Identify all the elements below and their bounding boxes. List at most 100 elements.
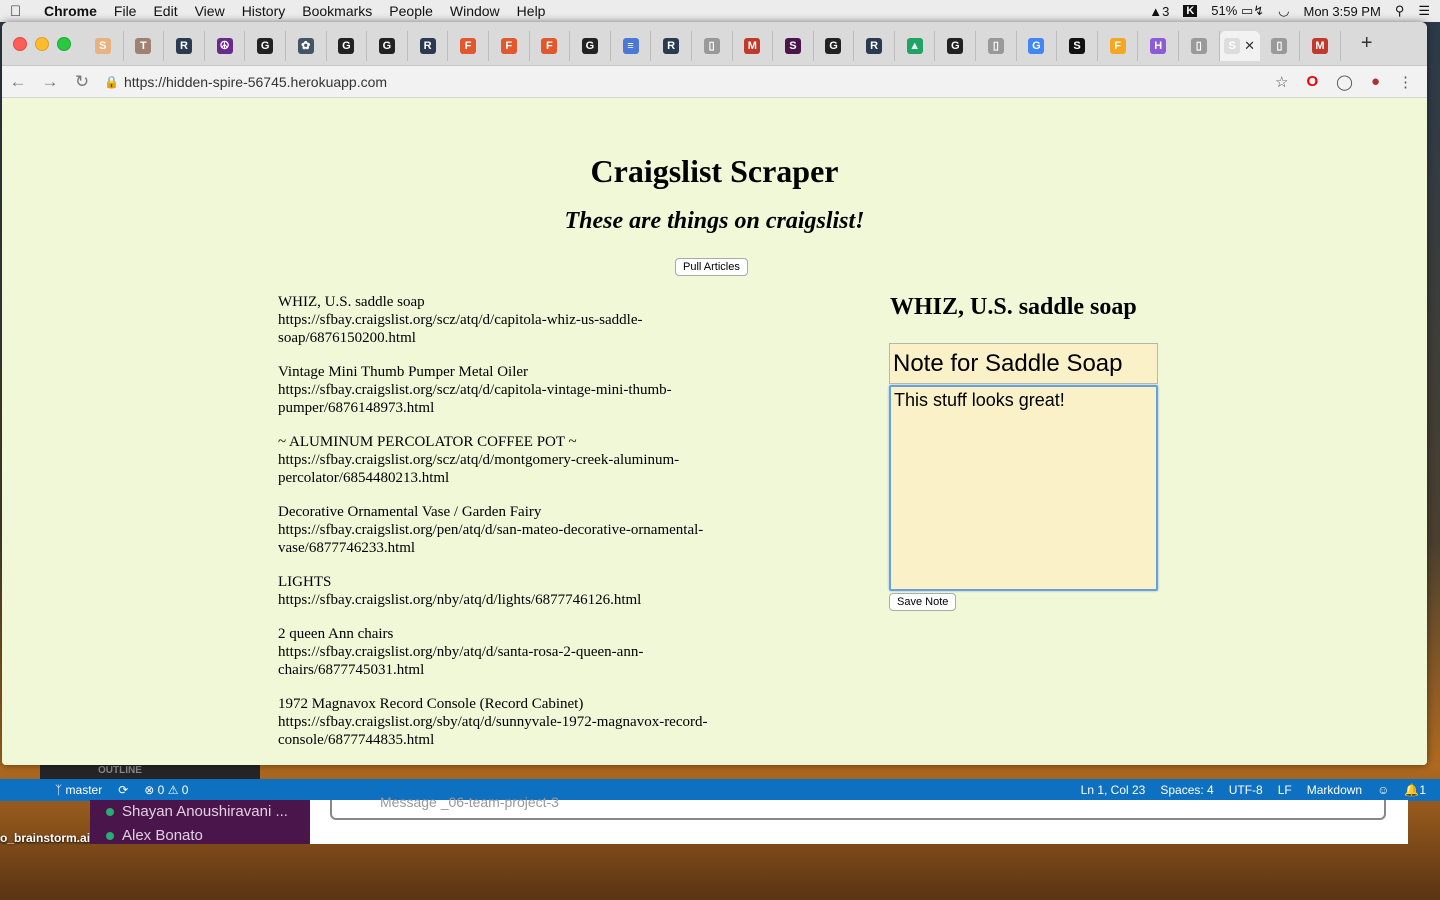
tab[interactable]: G (570, 30, 611, 61)
bookmark-star-icon[interactable]: ☆ (1275, 73, 1288, 91)
tab[interactable]: R (164, 30, 205, 61)
article-title[interactable]: 2 queen Ann chairs (278, 625, 758, 643)
extension-icon[interactable]: ◯ (1336, 73, 1353, 91)
article-title[interactable]: WHIZ, U.S. saddle soap (278, 293, 758, 311)
menu-edit[interactable]: Edit (153, 3, 177, 19)
cursor-position[interactable]: Ln 1, Col 23 (1081, 783, 1146, 797)
app-k-icon[interactable]: K (1183, 5, 1198, 17)
clock[interactable]: Mon 3:59 PM (1303, 4, 1380, 19)
notifications-bell[interactable]: 🔔1 (1404, 783, 1426, 797)
article-link[interactable]: https://sfbay.craigslist.org/pen/atq/d/s… (278, 521, 758, 557)
article-title[interactable]: LIGHTS (278, 573, 758, 591)
tab[interactable]: H (1138, 30, 1180, 61)
forward-arrow-icon[interactable]: → (34, 72, 66, 92)
slack-user[interactable]: Alex Bonato (106, 824, 310, 848)
tab[interactable]: G (935, 30, 977, 61)
opera-extension-icon[interactable]: O (1306, 73, 1318, 90)
slack-user[interactable]: Shayan Anoushiravani ... (106, 800, 310, 824)
vscode-outline-header[interactable]: OUTLINE (40, 765, 260, 779)
article-item[interactable]: WHIZ, U.S. saddle soap https://sfbay.crai… (278, 293, 758, 347)
spotlight-search-icon[interactable]: ⚲ (1395, 3, 1405, 19)
tab[interactable]: G (1017, 30, 1058, 61)
line-ending[interactable]: LF (1278, 783, 1292, 797)
tab[interactable]: ▲ (895, 30, 936, 61)
tab[interactable]: T (124, 30, 165, 61)
article-link[interactable]: https://sfbay.craigslist.org/sby/atq/d/s… (278, 713, 758, 749)
tab[interactable]: R (408, 30, 449, 61)
menu-bookmarks[interactable]: Bookmarks (302, 3, 372, 19)
save-note-button[interactable]: Save Note (889, 593, 957, 611)
more-menu-icon[interactable]: ⋮ (1398, 73, 1413, 91)
article-link[interactable]: https://sfbay.craigslist.org/nby/atq/d/l… (278, 591, 758, 609)
article-item[interactable]: Vintage Mini Thumb Pumper Metal Oiler htt… (278, 363, 758, 417)
battery-status[interactable]: 51% ▭↯ (1211, 3, 1264, 19)
close-tab-icon[interactable]: ✕ (1244, 38, 1255, 54)
adobe-icon[interactable]: ▲3 (1149, 4, 1169, 19)
article-link[interactable]: https://sfbay.craigslist.org/scz/atq/d/m… (278, 451, 758, 487)
indentation[interactable]: Spaces: 4 (1160, 783, 1213, 797)
feedback-icon[interactable]: ☺ (1377, 783, 1389, 797)
tab[interactable]: G (814, 30, 855, 61)
address-bar[interactable]: 🔒 https://hidden-spire-56745.herokuapp.c… (104, 68, 1275, 96)
git-branch[interactable]: ᛉ master (55, 783, 102, 797)
tab[interactable]: S (1057, 30, 1098, 61)
problems-indicator[interactable]: ⊗ 0 ⚠ 0 (144, 783, 188, 797)
tab[interactable]: G (327, 30, 368, 61)
encoding[interactable]: UTF-8 (1229, 783, 1263, 797)
tab[interactable]: ▯ (1260, 30, 1301, 61)
tab[interactable]: ≡ (611, 30, 652, 61)
wifi-icon[interactable]: ◡ (1278, 3, 1289, 19)
tab[interactable]: ▯ (692, 30, 733, 61)
back-arrow-icon[interactable]: ← (2, 72, 34, 92)
tab[interactable]: F (1098, 30, 1139, 61)
menu-people[interactable]: People (389, 3, 433, 19)
tab[interactable]: ▯ (1179, 30, 1220, 61)
article-title[interactable]: Decorative Ornamental Vase / Garden Fair… (278, 503, 758, 521)
menu-view[interactable]: View (195, 3, 225, 19)
menu-window[interactable]: Window (450, 3, 500, 19)
url-text[interactable]: https://hidden-spire-56745.herokuapp.com (124, 74, 387, 90)
article-item[interactable]: Decorative Ornamental Vase / Garden Fair… (278, 503, 758, 557)
tab[interactable]: F (448, 30, 489, 61)
article-link[interactable]: https://sfbay.craigslist.org/nby/atq/d/s… (278, 643, 758, 679)
lock-icon[interactable]: 🔒 (104, 75, 124, 89)
tab[interactable]: F (530, 30, 571, 61)
tab[interactable]: ☮ (205, 30, 246, 61)
minimize-window-button[interactable] (35, 36, 49, 51)
note-title-input[interactable]: Note for Saddle Soap (889, 343, 1158, 384)
article-title[interactable]: Vintage Mini Thumb Pumper Metal Oiler (278, 363, 758, 381)
tab[interactable]: R (651, 30, 692, 61)
tab[interactable]: M (733, 30, 774, 61)
zoom-window-button[interactable] (57, 36, 71, 51)
tab[interactable]: ▯ (976, 30, 1017, 61)
tab[interactable]: G (245, 30, 286, 61)
note-body-textarea[interactable]: This stuff looks great! (889, 385, 1158, 591)
tab[interactable]: F (489, 30, 530, 61)
tab[interactable]: R (854, 30, 895, 61)
article-title[interactable]: ~ ALUMINUM PERCOLATOR COFFEE POT ~ (278, 433, 758, 451)
tab[interactable]: S (83, 30, 124, 61)
profile-avatar[interactable]: ● (1371, 73, 1380, 90)
article-title[interactable]: 1972 Magnavox Record Console (Record Cab… (278, 695, 758, 713)
menu-app-chrome[interactable]: Chrome (44, 3, 97, 19)
close-window-button[interactable] (13, 36, 27, 51)
menu-help[interactable]: Help (517, 3, 546, 19)
article-item[interactable]: ~ ALUMINUM PERCOLATOR COFFEE POT ~ https:… (278, 433, 758, 487)
article-link[interactable]: https://sfbay.craigslist.org/scz/atq/d/c… (278, 381, 758, 417)
reload-icon[interactable]: ↻ (66, 72, 98, 92)
desktop-file-label[interactable]: o_brainstorm.ai (0, 831, 90, 845)
apple-icon[interactable]:  (10, 3, 26, 20)
pull-articles-button[interactable]: Pull Articles (675, 258, 748, 276)
article-item[interactable]: 1972 Magnavox Record Console (Record Cab… (278, 695, 758, 749)
tab[interactable]: M (1300, 30, 1341, 61)
slack-message-input[interactable]: Message _06-team-project-3 (330, 795, 1386, 820)
new-tab-button[interactable]: + (1361, 32, 1373, 55)
article-link[interactable]: https://sfbay.craigslist.org/scz/atq/d/c… (278, 311, 758, 347)
notification-center-icon[interactable]: ☰ (1418, 3, 1430, 19)
tab-active[interactable]: S ✕ (1219, 30, 1260, 61)
article-item[interactable]: 2 queen Ann chairs https://sfbay.craigsli… (278, 625, 758, 679)
menu-history[interactable]: History (242, 3, 286, 19)
tab[interactable]: S (773, 30, 814, 61)
article-item[interactable]: LIGHTS https://sfbay.craigslist.org/nby/a… (278, 573, 758, 609)
tab[interactable]: G (367, 30, 408, 61)
